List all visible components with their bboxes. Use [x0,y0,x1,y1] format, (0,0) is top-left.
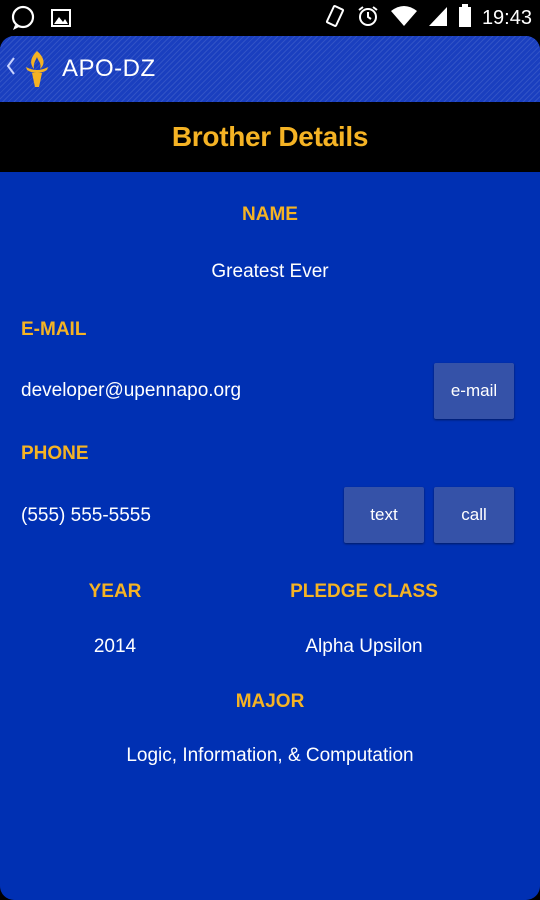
major-value: Logic, Information, & Computation [126,745,414,766]
app-screen: APO-DZ Brother Details NAME Greatest Eve… [0,36,540,900]
chevron-left-icon[interactable] [6,56,20,82]
pledge-class-label: PLEDGE CLASS [290,581,438,602]
status-time: 19:43 [481,6,532,29]
pledge-class-value: Alpha Upsilon [305,636,423,657]
vibrate-icon [324,4,346,32]
name-value: Greatest Ever [211,261,329,282]
email-label: E-MAIL [21,319,87,340]
chat-bubble-icon [10,5,36,35]
battery-icon [458,4,472,32]
action-bar: APO-DZ [0,36,540,102]
email-value[interactable]: developer@upennapo.org [21,380,241,402]
signal-icon [428,5,448,31]
name-label: NAME [242,204,298,225]
text-button[interactable]: text [344,487,424,543]
alarm-icon [356,4,380,32]
phone-label: PHONE [21,443,89,464]
status-bar-right: 19:43 [324,4,532,32]
app-title: APO-DZ [62,55,156,82]
major-label: MAJOR [235,691,305,712]
phone-value[interactable]: (555) 555-5555 [21,505,151,527]
torch-logo-icon[interactable] [22,49,52,89]
status-bar-left [10,5,72,35]
year-label: YEAR [88,581,142,602]
header-band: Brother Details [0,102,540,172]
image-icon [50,7,72,33]
page-title: Brother Details [171,121,369,152]
call-button[interactable]: call [434,487,514,543]
year-value: 2014 [93,636,137,657]
wifi-icon [390,5,418,31]
email-button[interactable]: e-mail [434,363,514,419]
status-bar: 19:43 [0,0,540,36]
